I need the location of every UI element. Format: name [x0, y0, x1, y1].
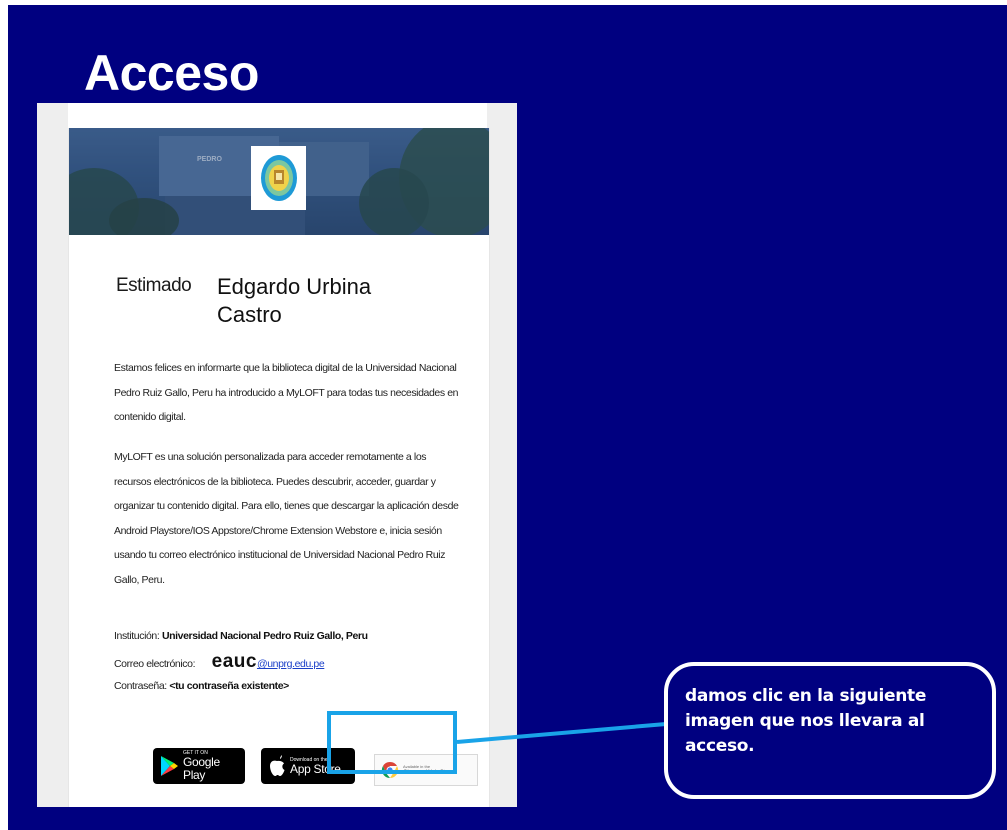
recipient-name: Edgardo Urbina Castro: [217, 274, 372, 327]
institution-line: Institución: Universidad Nacional Pedro …: [114, 630, 368, 642]
email-body: PEDRO Estimado Edgardo Urbina Castro Est…: [68, 128, 490, 807]
email-gutter-right: [487, 103, 517, 807]
institution-label: Institución:: [114, 630, 160, 642]
password-line: Contraseña: <tu contraseña existente>: [114, 680, 289, 692]
email-gutter-left: [37, 103, 68, 807]
university-seal-icon: [260, 155, 297, 201]
password-label: Contraseña:: [114, 680, 167, 692]
apple-icon: [270, 755, 285, 776]
google-play-badge[interactable]: GET IT ON Google Play: [153, 748, 245, 784]
email-label: Correo electrónico:: [114, 658, 196, 670]
email-line: Correo electrónico: eauc@unprg.edu.pe: [114, 651, 325, 673]
google-play-big-text: Google Play: [182, 755, 220, 782]
email-screenshot: PEDRO Estimado Edgardo Urbina Castro Est…: [37, 103, 517, 807]
email-domain-link[interactable]: @unprg.edu.pe: [257, 658, 325, 670]
institution-value: Universidad Nacional Pedro Ruiz Gallo, P…: [161, 630, 368, 642]
campus-banner: PEDRO: [69, 128, 489, 235]
google-play-icon: [160, 756, 178, 776]
greeting-label: Estimado: [116, 275, 192, 296]
email-user: eauc: [211, 651, 257, 672]
university-seal: [251, 146, 306, 210]
chrome-badge-highlight: [327, 711, 457, 774]
email-paragraph-instructions: MyLOFT es una solución personalizada par…: [114, 451, 459, 586]
callout-text: damos clic en la siguiente imagen que no…: [685, 686, 927, 756]
slide-title: Acceso: [84, 45, 259, 101]
email-paragraph-intro: Estamos felices en informarte que la bib…: [114, 362, 459, 424]
password-value: <tu contraseña existente>: [169, 680, 289, 692]
